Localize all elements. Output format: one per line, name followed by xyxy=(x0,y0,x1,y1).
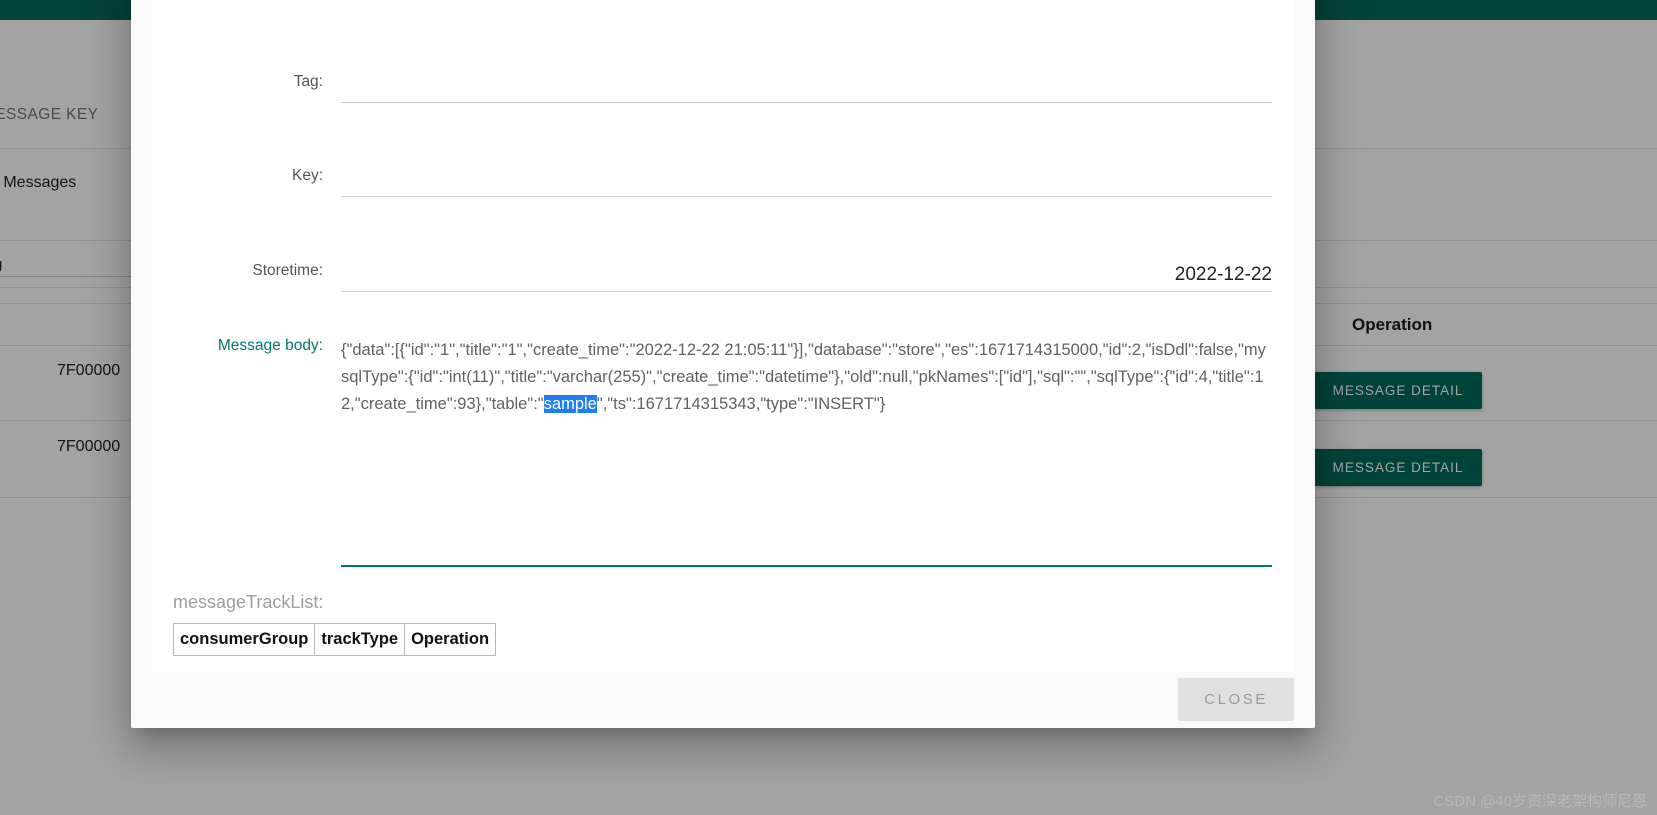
tag-underline xyxy=(341,102,1272,103)
key-label: Key: xyxy=(291,167,323,184)
message-track-list-table: consumerGroup trackType Operation xyxy=(172,623,497,656)
column-header-operation: Operation xyxy=(404,623,497,656)
storetime-input[interactable]: 2022-12-22 xyxy=(341,262,1294,292)
key-underline xyxy=(341,196,1272,197)
message-track-list-label: messageTrackList: xyxy=(173,592,324,612)
tag-input[interactable] xyxy=(341,73,1294,103)
message-body-after-selection: ","ts":1671714315343,"type":"INSERT"} xyxy=(596,395,886,413)
field-row-key: Key: xyxy=(152,167,1294,197)
storetime-value: 2022-12-22 xyxy=(1174,264,1272,285)
field-row-storetime: Storetime: 2022-12-22 xyxy=(152,262,1294,292)
message-body-textarea[interactable]: {"data":[{"id":"1","title":"1","create_t… xyxy=(341,337,1294,567)
watermark: CSDN @40岁资深老架构师尼恩 xyxy=(1433,793,1647,810)
dialog-footer: CLOSE xyxy=(131,672,1315,728)
field-row-message-body: Message body: {"data":[{"id":"1","title"… xyxy=(152,337,1294,567)
storetime-label: Storetime: xyxy=(252,262,323,279)
key-input[interactable] xyxy=(341,167,1294,197)
message-body-underline xyxy=(341,565,1272,567)
dialog-body: Tag: Key: Storetime: 2022-12-22 Message … xyxy=(152,0,1294,672)
tag-label: Tag: xyxy=(293,73,323,90)
storetime-underline xyxy=(341,291,1272,292)
close-button[interactable]: CLOSE xyxy=(1178,678,1294,721)
column-header-consumer-group: consumerGroup xyxy=(172,623,316,656)
message-body-selected-text: sample xyxy=(543,395,597,413)
message-body-label: Message body: xyxy=(217,337,323,354)
table-header-row: consumerGroup trackType Operation xyxy=(172,623,497,656)
column-header-track-type: trackType xyxy=(314,623,406,656)
field-row-tag: Tag: xyxy=(152,73,1294,103)
message-detail-dialog: Tag: Key: Storetime: 2022-12-22 Message … xyxy=(131,0,1315,728)
message-body-text: {"data":[{"id":"1","title":"1","create_t… xyxy=(341,337,1294,418)
